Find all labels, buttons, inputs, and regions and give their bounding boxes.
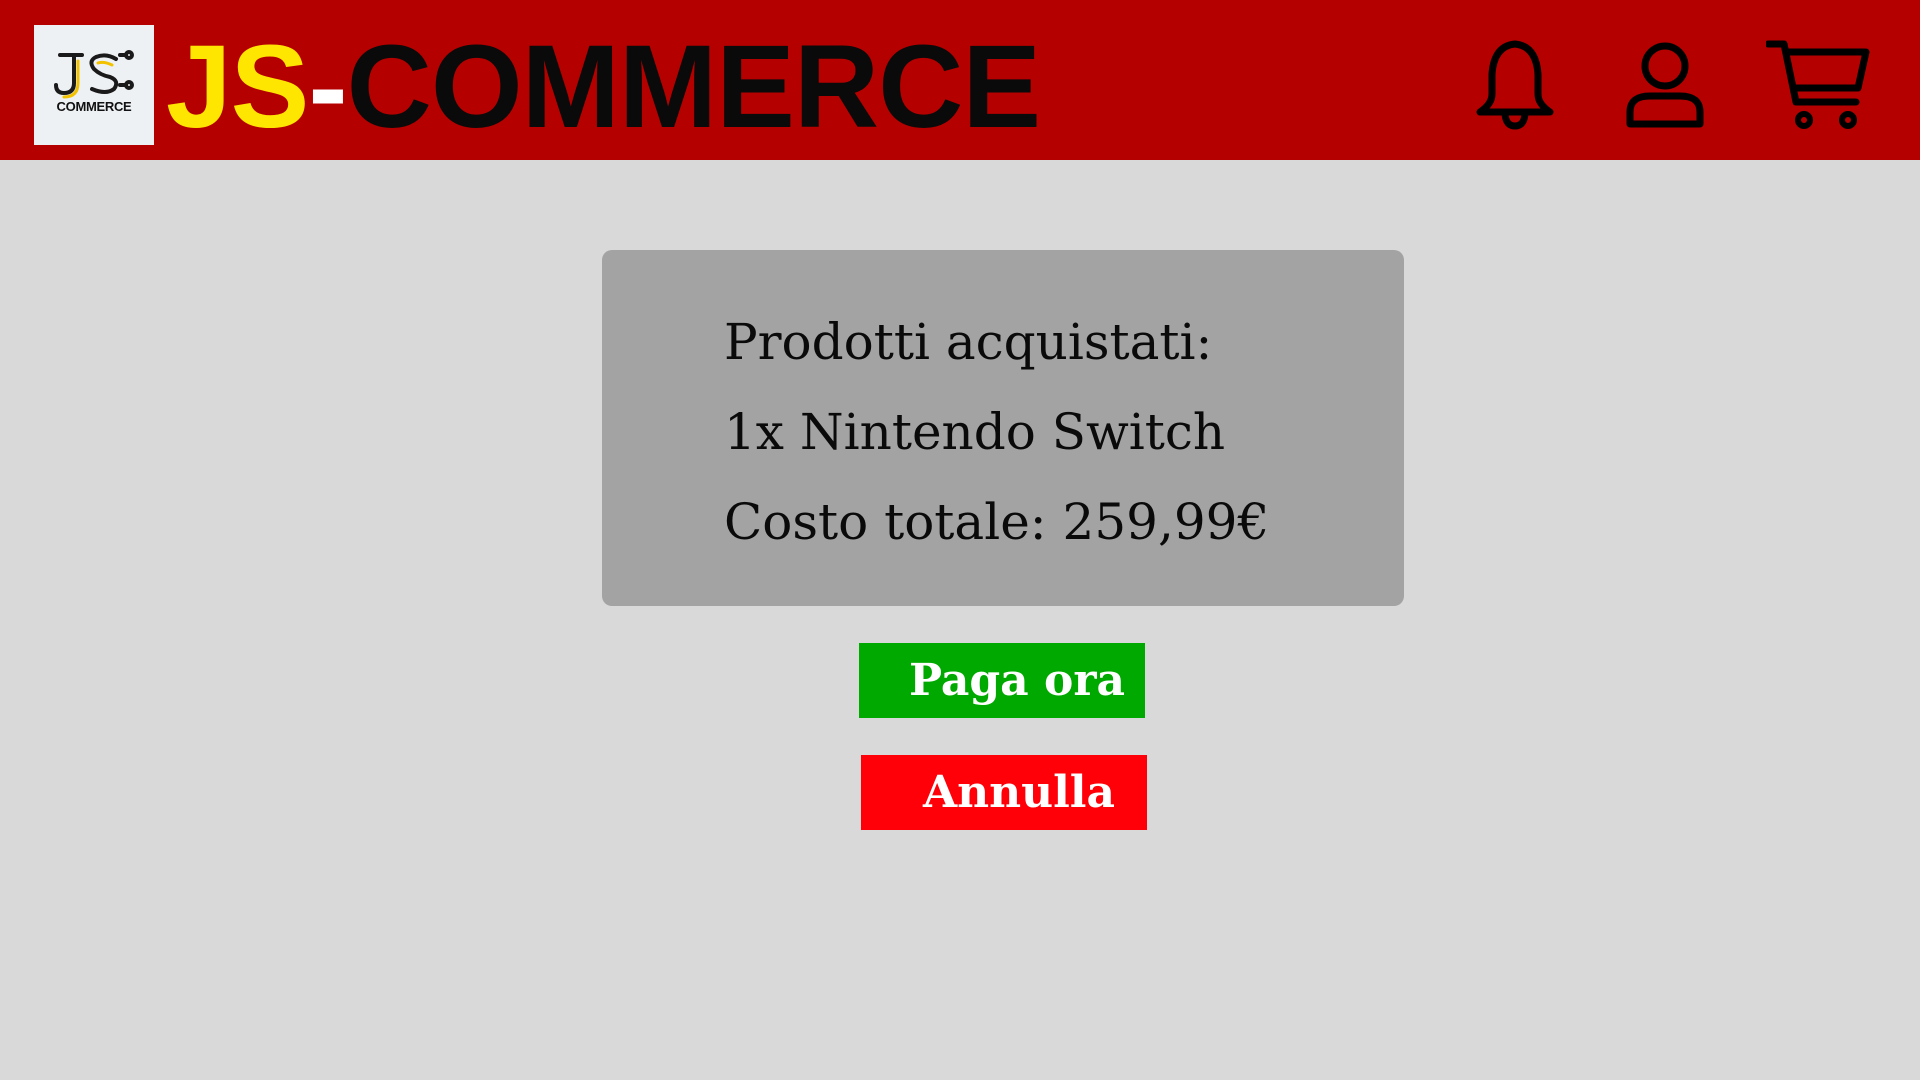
brand-js: JS — [166, 21, 309, 153]
top-header: COMMERCE JS-COMMERCE — [0, 0, 1920, 160]
site-logo[interactable]: COMMERCE — [34, 25, 154, 145]
cart-icon[interactable] — [1764, 38, 1870, 130]
total-cost: Costo totale: 259,99€ — [724, 493, 1270, 551]
user-icon[interactable] — [1620, 38, 1710, 130]
purchased-products-heading: Prodotti acquistati: — [724, 313, 1213, 371]
brand-rest: COMMERCE — [346, 21, 1041, 153]
logo-caption: COMMERCE — [56, 99, 132, 114]
bell-icon[interactable] — [1470, 38, 1560, 130]
purchased-item: 1x Nintendo Switch — [724, 403, 1226, 461]
logo-mark-icon — [54, 50, 134, 99]
order-summary-card: Prodotti acquistati: 1x Nintendo Switch … — [602, 250, 1404, 606]
cancel-button[interactable]: Annulla — [861, 755, 1147, 830]
pay-now-button[interactable]: Paga ora — [859, 643, 1145, 718]
brand-dash: - — [308, 21, 347, 153]
brand-title: JS-COMMERCE — [166, 21, 1041, 153]
